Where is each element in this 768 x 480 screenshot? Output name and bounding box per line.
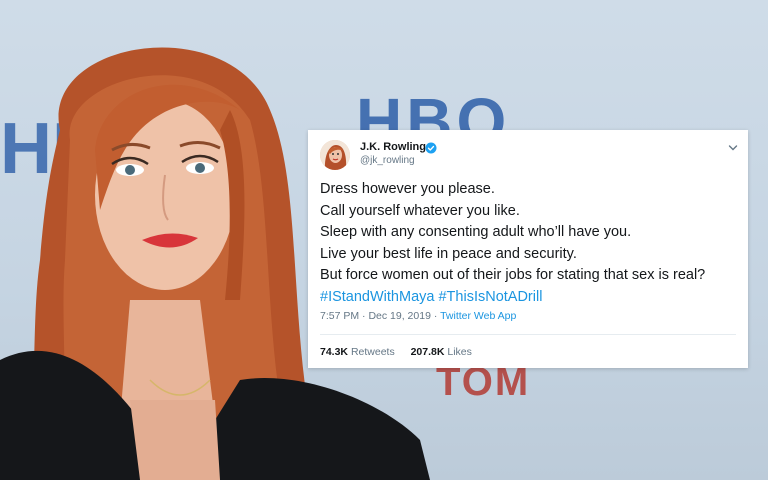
display-name[interactable]: J.K. Rowling bbox=[360, 141, 426, 153]
divider bbox=[320, 334, 736, 335]
user-handle[interactable]: @jk_rowling bbox=[360, 155, 415, 166]
avatar[interactable] bbox=[320, 140, 350, 170]
likes-label: Likes bbox=[447, 346, 472, 358]
retweets-label: Retweets bbox=[350, 346, 395, 358]
tweet-meta: 7:57 PM · Dec 19, 2019 · Twitter Web App bbox=[320, 310, 516, 322]
likes-stat[interactable]: 207.8K Likes bbox=[411, 346, 472, 358]
verified-badge-icon bbox=[425, 141, 437, 159]
tweet-date[interactable]: Dec 19, 2019 bbox=[368, 310, 430, 322]
retweets-count: 74.3K bbox=[320, 346, 349, 358]
tweet-line: Live your best life in peace and securit… bbox=[320, 245, 577, 262]
retweets-stat[interactable]: 74.3K Retweets bbox=[320, 346, 395, 358]
tweet-text: Dress however you please. Call yourself … bbox=[320, 179, 740, 308]
tweet-time[interactable]: 7:57 PM bbox=[320, 310, 359, 322]
hashtag-line: #IStandWithMaya #ThisIsNotADrill bbox=[320, 287, 740, 309]
tweet-stats: 74.3K Retweets 207.8K Likes bbox=[320, 346, 472, 358]
tweet-line: But force women out of their jobs for st… bbox=[320, 267, 706, 283]
tweet-line: Call yourself whatever you like. bbox=[320, 202, 520, 219]
meta-separator: · bbox=[362, 310, 366, 322]
chevron-down-icon[interactable] bbox=[728, 140, 738, 158]
hashtag-link[interactable]: #IStandWithMaya bbox=[320, 289, 434, 305]
tweet-card[interactable]: J.K. Rowling @jk_rowling Dress however y… bbox=[308, 130, 748, 368]
hashtag-link[interactable]: #ThisIsNotADrill bbox=[438, 289, 542, 305]
meta-separator: · bbox=[433, 310, 438, 322]
tweet-line: Dress however you please. bbox=[320, 181, 495, 197]
likes-count: 207.8K bbox=[410, 346, 445, 358]
tweet-source-link[interactable]: Twitter Web App bbox=[440, 310, 516, 322]
tweet-line: Sleep with any consenting adult who’ll h… bbox=[320, 224, 632, 240]
